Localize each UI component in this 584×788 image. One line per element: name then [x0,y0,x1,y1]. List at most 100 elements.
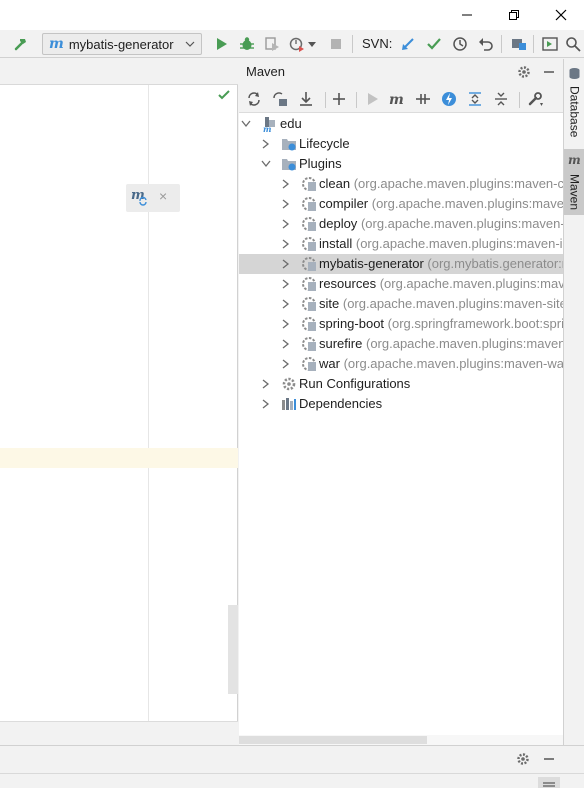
hint-close-button[interactable]: × [159,188,167,204]
collapsed-arrow-icon[interactable] [281,358,291,370]
expanded-arrow-icon[interactable] [241,118,251,130]
bottom-hide-button[interactable] [539,749,559,769]
maven-tab[interactable]: m Maven [564,149,584,215]
close-window-button[interactable] [538,0,584,30]
generate-sources-button[interactable] [270,89,290,109]
bottom-settings-button[interactable] [513,749,533,769]
maven-settings-wrench-button[interactable] [525,89,545,109]
run-configuration-label: mybatis-generator [68,36,174,52]
project-structure-icon [512,39,526,50]
maven-module-icon: m [263,117,275,132]
lifecycle-folder-icon [282,139,296,151]
editor-area[interactable]: m × [0,59,238,745]
plugin-compiler[interactable]: compiler (org.apache.maven.plugins:maven… [239,194,563,214]
collapsed-arrow-icon[interactable] [281,178,291,190]
tree-label: site (org.apache.maven.plugins:maven-sit… [319,296,563,311]
settings-wrench-icon [528,92,543,106]
maven-horizontal-scrollbar[interactable] [239,735,563,745]
toggle-offline-button[interactable] [413,89,433,109]
history-button[interactable] [449,33,471,55]
coverage-button[interactable] [261,33,283,55]
download-sources-button[interactable] [296,89,316,109]
reload-all-button[interactable] [244,89,264,109]
collapsed-arrow-icon[interactable] [281,198,291,210]
gear-icon [518,66,530,78]
no-problems-indicator[interactable] [218,89,230,104]
collapsed-arrow-icon[interactable] [281,318,291,330]
menu-lines-icon [543,782,555,787]
right-tool-strip: Database m Maven [563,59,584,745]
svg-text:m: m [568,153,581,166]
collapse-all-button[interactable] [491,89,511,109]
plugin-clean[interactable]: clean (org.apache.maven.plugins:maven-cl… [239,174,563,194]
build-button[interactable] [10,33,32,55]
profile-dropdown[interactable] [305,33,319,55]
run-goal-icon [368,93,378,105]
project-structure-button[interactable] [508,33,530,55]
build-hammer-icon [14,39,26,51]
expanded-arrow-icon[interactable] [261,158,271,170]
show-dependencies-button[interactable] [465,89,485,109]
editor-scrollbar-thumb[interactable] [228,605,238,694]
svn-commit-icon [427,38,441,50]
maven-header: Maven [239,59,563,85]
skip-tests-icon [442,92,456,106]
editor-horizontal-scroll[interactable] [0,721,238,745]
tree-node-dependencies[interactable]: Dependencies [239,394,563,414]
plugin-icon [302,297,316,311]
run-maven-build-button[interactable] [362,89,382,109]
run-icon [217,38,227,50]
chevron-down-icon [185,41,195,47]
collapsed-arrow-icon[interactable] [281,258,291,270]
collapsed-arrow-icon[interactable] [261,378,271,390]
collapsed-arrow-icon[interactable] [281,338,291,350]
svn-update-button[interactable] [397,33,419,55]
toolbar-separator [501,35,502,53]
terminal-button[interactable] [539,33,561,55]
restore-button[interactable] [491,0,537,30]
collapsed-arrow-icon[interactable] [281,218,291,230]
tree-label: mybatis-generator (org.mybatis.generator… [319,256,563,271]
search-button[interactable] [562,33,584,55]
minimize-button[interactable] [444,0,490,30]
tree-node-run-configurations[interactable]: Run Configurations [239,374,563,394]
tree-node-plugins[interactable]: Plugins [239,154,563,174]
plugin-surefire[interactable]: surefire (org.apache.maven.plugins:maven… [239,334,563,354]
title-bar [0,0,584,30]
tree-node-lifecycle[interactable]: Lifecycle [239,134,563,154]
plugin-mybatis-generator[interactable]: mybatis-generator (org.mybatis.generator… [239,254,563,274]
debug-button[interactable] [236,33,258,55]
maven-settings-button[interactable] [514,62,534,82]
stop-button[interactable] [325,33,347,55]
collapsed-arrow-icon[interactable] [281,278,291,290]
scrollbar-thumb[interactable] [239,736,427,744]
main-toolbar: m mybatis-generator SVN: [0,30,584,58]
add-maven-project-button[interactable] [329,89,349,109]
run-button[interactable] [210,33,232,55]
collapsed-arrow-icon[interactable] [281,298,291,310]
plugin-resources[interactable]: resources (org.apache.maven.plugins:mave… [239,274,563,294]
profile-icon [289,37,304,52]
bottom-panel-toggle[interactable] [538,777,560,788]
collapsed-arrow-icon[interactable] [261,138,271,150]
plugin-spring-boot[interactable]: spring-boot (org.springframework.boot:sp… [239,314,563,334]
plugin-site[interactable]: site (org.apache.maven.plugins:maven-sit… [239,294,563,314]
plugins-folder-icon [282,159,296,171]
plugin-deploy[interactable]: deploy (org.apache.maven.plugins:maven-d… [239,214,563,234]
collapsed-arrow-icon[interactable] [261,398,271,410]
execute-maven-goal-button[interactable]: m [387,89,407,109]
run-configurations-gear-icon [282,377,296,391]
svn-commit-button[interactable] [423,33,445,55]
skip-tests-button[interactable] [439,89,459,109]
tree-label: clean (org.apache.maven.plugins:maven-cl… [319,176,563,191]
tree-node-project[interactable]: m edu [239,114,563,134]
plugin-icon [302,257,316,271]
maven-hide-button[interactable] [539,62,559,82]
collapsed-arrow-icon[interactable] [281,238,291,250]
database-tab[interactable]: Database [564,63,584,141]
plugin-war[interactable]: war (org.apache.maven.plugins:maven-war-… [239,354,563,374]
run-configuration-select[interactable]: m mybatis-generator [42,33,202,55]
plugin-install[interactable]: install (org.apache.maven.plugins:maven-… [239,234,563,254]
show-dependencies-icon [469,92,481,106]
revert-button[interactable] [475,33,497,55]
